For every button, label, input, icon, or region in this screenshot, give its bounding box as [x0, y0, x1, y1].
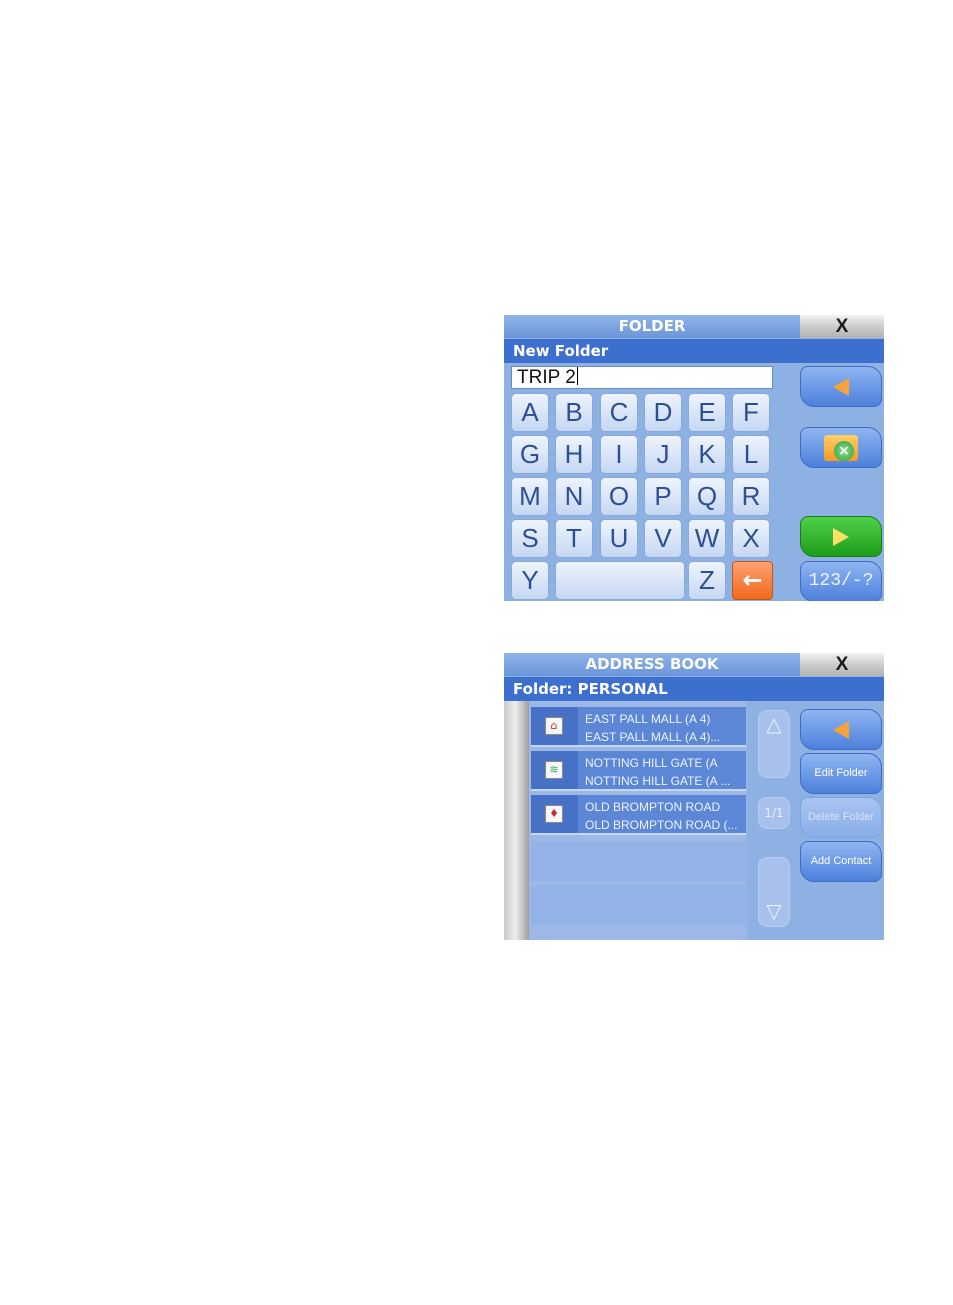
home-icon: ⌂	[545, 717, 563, 735]
list-item-line1: EAST PALL MALL (A 4)	[585, 712, 711, 726]
list-item[interactable]: ≋ NOTTING HILL GATE (A NOTTING HILL GATE…	[531, 751, 746, 791]
address-title: ADDRESS BOOK	[585, 655, 719, 673]
keyboard-mode-button[interactable]: 123/-?	[800, 561, 882, 601]
list-item-text: OLD BROMPTON ROAD OLD BROMPTON ROAD (...	[585, 798, 743, 834]
key-s[interactable]: S	[511, 519, 549, 558]
folder-title: FOLDER	[618, 317, 686, 335]
address-book-screen: ADDRESS BOOK X Folder: PERSONAL ⌂ EAST P…	[504, 653, 884, 940]
next-arrow-icon	[833, 528, 849, 546]
folder-subtitle: New Folder	[504, 339, 884, 363]
edit-folder-label: Edit Folder	[814, 767, 868, 779]
key-y[interactable]: Y	[511, 561, 549, 600]
list-item[interactable]: ⌂ EAST PALL MALL (A 4) EAST PALL MALL (A…	[531, 707, 746, 747]
list-item-icon-cell: ♦	[531, 795, 578, 833]
address-close-button[interactable]: X	[800, 653, 884, 676]
key-j[interactable]: J	[644, 435, 682, 474]
key-q[interactable]: Q	[688, 477, 726, 516]
key-k[interactable]: K	[688, 435, 726, 474]
key-c[interactable]: C	[600, 393, 638, 432]
folder-delete-icon: ×	[824, 435, 858, 461]
key-d[interactable]: D	[644, 393, 682, 432]
folder-screen: FOLDER X New Folder TRIP 2 A B C D E F G…	[504, 315, 884, 601]
back-button[interactable]	[800, 709, 882, 750]
folder-name-input[interactable]: TRIP 2	[511, 366, 773, 389]
folder-name-label: Folder: PERSONAL	[504, 677, 884, 701]
key-z[interactable]: Z	[688, 561, 726, 600]
back-arrow-icon	[833, 378, 849, 396]
list-item-line1: NOTTING HILL GATE (A	[585, 756, 718, 770]
list-item-icon-cell: ⌂	[531, 707, 578, 745]
key-t[interactable]: T	[555, 519, 593, 558]
up-arrow-icon: △	[766, 712, 782, 736]
back-arrow-icon	[833, 721, 849, 739]
folder-close-button[interactable]: X	[800, 315, 884, 338]
key-v[interactable]: V	[644, 519, 682, 558]
scroll-down-button[interactable]: ▽	[758, 857, 790, 927]
key-o[interactable]: O	[600, 477, 638, 516]
page-indicator: 1/1	[758, 797, 790, 829]
next-button[interactable]	[800, 516, 882, 557]
add-contact-button[interactable]: Add Contact	[800, 841, 882, 882]
list-item-line2: EAST PALL MALL (A 4)...	[585, 730, 721, 744]
key-g[interactable]: G	[511, 435, 549, 474]
list-item-text: NOTTING HILL GATE (A NOTTING HILL GATE (…	[585, 754, 743, 790]
key-x[interactable]: X	[732, 519, 770, 558]
cancel-badge-icon: ×	[834, 441, 854, 461]
list-item-line2: OLD BROMPTON ROAD (...	[585, 818, 738, 832]
key-b[interactable]: B	[555, 393, 593, 432]
delete-folder-button[interactable]: ×	[800, 427, 882, 468]
key-p[interactable]: P	[644, 477, 682, 516]
card-icon: ♦	[545, 805, 563, 823]
map-icon: ≋	[545, 761, 563, 779]
text-caret	[576, 367, 578, 385]
edit-folder-button[interactable]: Edit Folder	[800, 753, 882, 794]
empty-list-slot	[531, 885, 746, 925]
list-scroll-strip	[504, 701, 529, 940]
add-contact-label: Add Contact	[810, 855, 872, 867]
delete-folder-label: Delete Folder	[807, 811, 875, 823]
back-button[interactable]	[800, 366, 882, 407]
key-l[interactable]: L	[732, 435, 770, 474]
delete-folder-button[interactable]: Delete Folder	[800, 797, 882, 838]
folder-title-bar: FOLDER X	[504, 315, 884, 338]
key-r[interactable]: R	[732, 477, 770, 516]
key-n[interactable]: N	[555, 477, 593, 516]
key-space[interactable]	[555, 561, 685, 600]
list-item-line1: OLD BROMPTON ROAD	[585, 800, 721, 814]
key-w[interactable]: W	[688, 519, 726, 558]
list-item[interactable]: ♦ OLD BROMPTON ROAD OLD BROMPTON ROAD (.…	[531, 795, 746, 835]
backspace-button[interactable]: ←	[732, 561, 773, 600]
keyboard-mode-label: 123/-?	[808, 571, 874, 591]
address-title-bar: ADDRESS BOOK X	[504, 653, 884, 676]
down-arrow-icon: ▽	[766, 899, 782, 923]
empty-list-slot	[531, 841, 746, 881]
key-f[interactable]: F	[732, 393, 770, 432]
key-a[interactable]: A	[511, 393, 549, 432]
key-h[interactable]: H	[555, 435, 593, 474]
key-e[interactable]: E	[688, 393, 726, 432]
list-item-line2: NOTTING HILL GATE (A ...	[585, 774, 731, 788]
scroll-up-button[interactable]: △	[758, 710, 790, 778]
key-i[interactable]: I	[600, 435, 638, 474]
list-item-icon-cell: ≋	[531, 751, 578, 789]
folder-name-value: TRIP 2	[517, 367, 576, 388]
key-m[interactable]: M	[511, 477, 549, 516]
list-item-text: EAST PALL MALL (A 4) EAST PALL MALL (A 4…	[585, 710, 743, 746]
key-u[interactable]: U	[600, 519, 638, 558]
